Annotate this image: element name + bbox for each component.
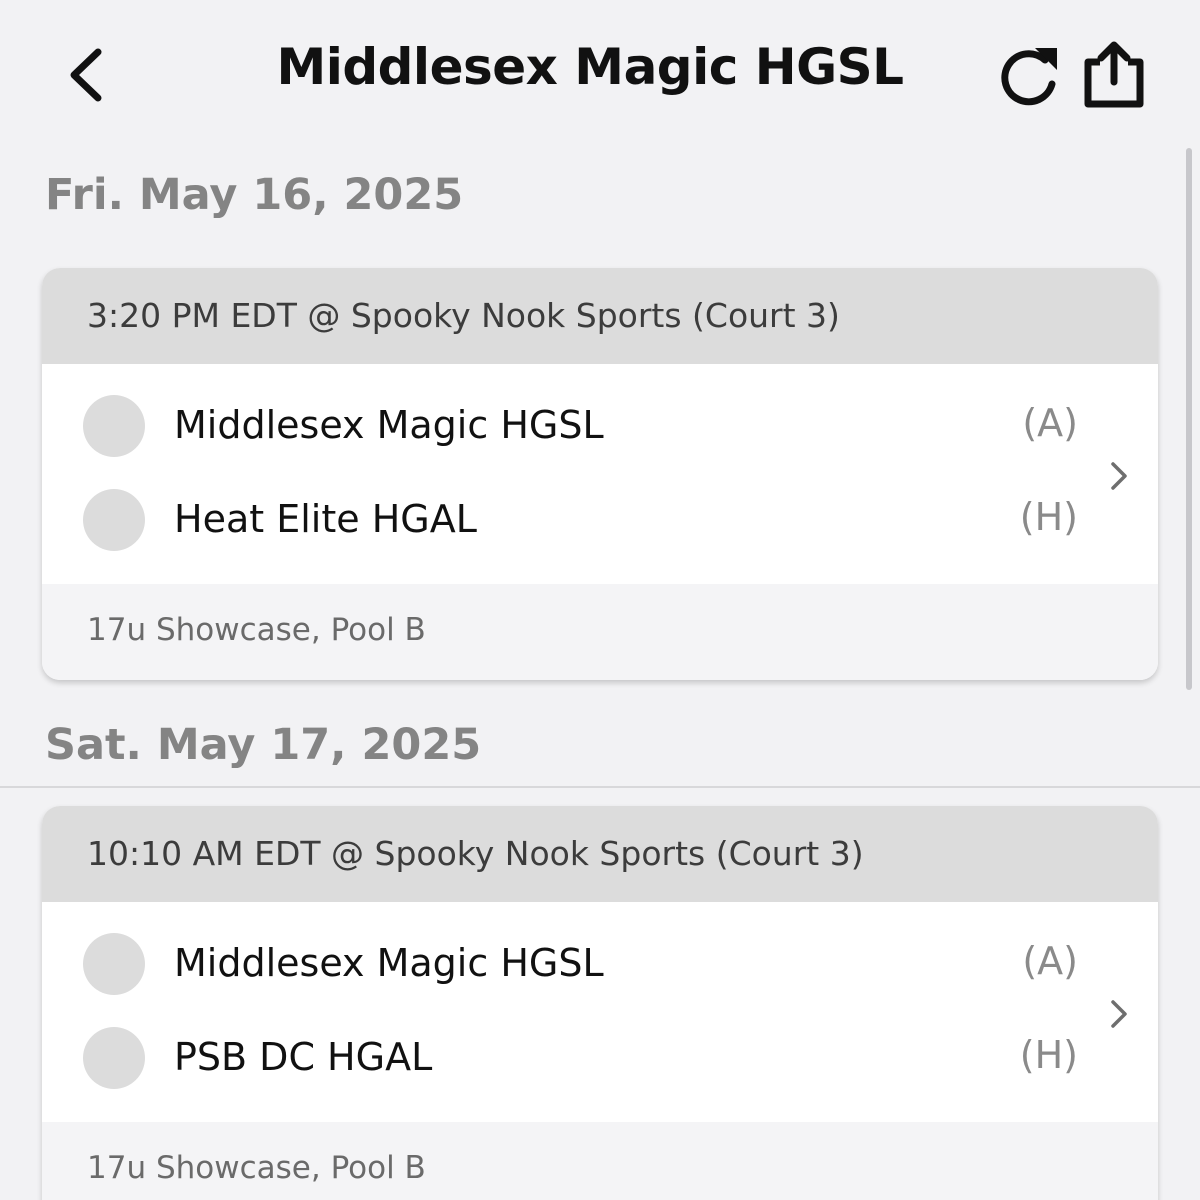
team-row: Middlesex Magic HGSL (A) (42, 933, 1158, 997)
team-name: Middlesex Magic HGSL (174, 403, 604, 447)
divider (0, 786, 1200, 788)
division-label: 17u Showcase, Pool B (42, 1122, 1158, 1200)
page-title: Middlesex Magic HGSL (276, 38, 904, 96)
matchup: Middlesex Magic HGSL (A) PSB DC HGAL (H) (42, 902, 1158, 1122)
team-row: Middlesex Magic HGSL (A) (42, 395, 1158, 459)
team-name: PSB DC HGAL (174, 1035, 433, 1079)
refresh-button[interactable] (995, 40, 1063, 110)
team-side-badge: (H) (1019, 1033, 1078, 1077)
team-name: Heat Elite HGAL (174, 497, 477, 541)
game-time-location: 3:20 PM EDT @ Spooky Nook Sports (Court … (42, 268, 1158, 364)
team-logo (83, 1027, 145, 1089)
refresh-icon (1001, 48, 1057, 106)
top-nav-bar: Middlesex Magic HGSL (0, 0, 1200, 150)
team-logo (83, 933, 145, 995)
game-card[interactable]: 3:20 PM EDT @ Spooky Nook Sports (Court … (42, 268, 1158, 680)
share-icon (1084, 41, 1144, 108)
team-row: PSB DC HGAL (H) (42, 1027, 1158, 1091)
scrollbar[interactable] (1186, 148, 1192, 690)
division-label: 17u Showcase, Pool B (42, 584, 1158, 680)
chevron-left-icon (70, 48, 102, 102)
back-button[interactable] (60, 40, 120, 110)
team-logo (83, 489, 145, 551)
game-time-location: 10:10 AM EDT @ Spooky Nook Sports (Court… (42, 806, 1158, 902)
matchup: Middlesex Magic HGSL (A) Heat Elite HGAL… (42, 364, 1158, 584)
team-row: Heat Elite HGAL (H) (42, 489, 1158, 553)
team-logo (83, 395, 145, 457)
date-heading: Fri. May 16, 2025 (45, 170, 464, 220)
team-name: Middlesex Magic HGSL (174, 941, 604, 985)
team-side-badge: (H) (1019, 495, 1078, 539)
chevron-right-icon (1111, 462, 1127, 490)
team-side-badge: (A) (1022, 401, 1078, 445)
date-heading: Sat. May 17, 2025 (45, 720, 482, 770)
game-card[interactable]: 10:10 AM EDT @ Spooky Nook Sports (Court… (42, 806, 1158, 1200)
share-button[interactable] (1078, 38, 1150, 110)
team-side-badge: (A) (1022, 939, 1078, 983)
chevron-right-icon (1111, 1000, 1127, 1028)
